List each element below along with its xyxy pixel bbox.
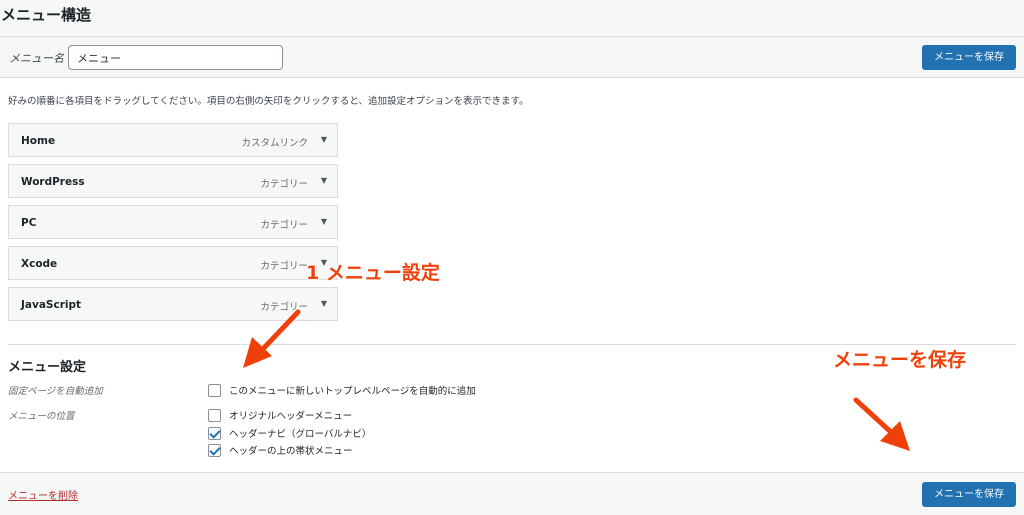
menu-item-title: Xcode xyxy=(21,258,58,270)
expand-arrow-icon[interactable]: ▼ xyxy=(321,217,327,226)
menu-settings-heading: メニュー設定 xyxy=(8,360,87,375)
location-option-header-nav[interactable]: ヘッダーナビ（グローバルナビ） xyxy=(208,426,371,440)
location-option-label: オリジナルヘッダーメニュー xyxy=(229,411,353,422)
menu-item-home[interactable]: Home カスタムリンク ▼ xyxy=(8,123,338,157)
menu-item-list: Home カスタムリンク ▼ WordPress カテゴリー ▼ PC カテゴリ… xyxy=(8,123,338,328)
arrow-head-icon xyxy=(243,337,272,368)
auto-add-option-label: このメニューに新しいトップレベルページを自動的に追加 xyxy=(229,386,476,397)
menu-item-title: Home xyxy=(21,135,56,147)
menu-item-type: カスタムリンク xyxy=(241,138,308,149)
expand-arrow-icon[interactable]: ▼ xyxy=(321,176,327,185)
save-menu-button-top[interactable]: メニューを保存 xyxy=(922,45,1016,70)
location-option-top-band[interactable]: ヘッダーの上の帯状メニュー xyxy=(208,443,353,457)
menu-item-title: JavaScript xyxy=(21,299,82,311)
auto-add-pages-label: 固定ページを自動追加 xyxy=(8,386,103,397)
page-title: メニュー構造 xyxy=(0,0,1024,36)
save-menu-button-bottom[interactable]: メニューを保存 xyxy=(922,482,1016,507)
menu-item-javascript[interactable]: JavaScript カテゴリー ▼ xyxy=(8,287,338,321)
menu-header-bar: メニュー名 メニューを保存 xyxy=(0,36,1024,78)
auto-add-checkbox[interactable] xyxy=(208,383,221,397)
menu-footer-bar: メニューを削除 メニューを保存 xyxy=(0,472,1024,515)
menu-item-xcode[interactable]: Xcode カテゴリー ▼ xyxy=(8,246,338,280)
expand-arrow-icon[interactable]: ▼ xyxy=(321,135,327,144)
location-checkbox-checked[interactable] xyxy=(208,426,221,440)
annotation-arrow-save xyxy=(853,397,896,437)
location-option-original-header[interactable]: オリジナルヘッダーメニュー xyxy=(208,408,352,422)
location-option-label: ヘッダーの上の帯状メニュー xyxy=(229,446,353,457)
menu-item-pc[interactable]: PC カテゴリー ▼ xyxy=(8,205,338,239)
menu-item-type: カテゴリー xyxy=(260,302,308,313)
location-checkbox-checked[interactable] xyxy=(208,443,221,457)
location-checkbox[interactable] xyxy=(208,408,221,422)
menu-item-type: カテゴリー xyxy=(260,220,308,231)
delete-menu-link[interactable]: メニューを削除 xyxy=(8,487,78,502)
annotation-menu-settings: 1 メニュー設定 xyxy=(306,262,440,284)
menu-item-title: PC xyxy=(21,217,37,229)
menu-name-input[interactable] xyxy=(68,45,283,70)
arrow-head-icon xyxy=(880,421,910,451)
auto-add-option[interactable]: このメニューに新しいトップレベルページを自動的に追加 xyxy=(208,383,476,397)
menu-name-label: メニュー名 xyxy=(9,52,64,65)
menu-item-title: WordPress xyxy=(21,176,85,188)
menu-item-wordpress[interactable]: WordPress カテゴリー ▼ xyxy=(8,164,338,198)
location-option-label: ヘッダーナビ（グローバルナビ） xyxy=(229,429,372,440)
menu-location-label: メニューの位置 xyxy=(8,411,75,422)
instructions-text: 好みの順番に各項目をドラッグしてください。項目の右側の矢印をクリックすると、追加… xyxy=(8,96,529,107)
annotation-save-menu: メニューを保存 xyxy=(833,349,967,371)
expand-arrow-icon[interactable]: ▼ xyxy=(321,299,327,308)
menu-item-type: カテゴリー xyxy=(260,179,308,190)
menu-item-type: カテゴリー xyxy=(260,261,308,272)
